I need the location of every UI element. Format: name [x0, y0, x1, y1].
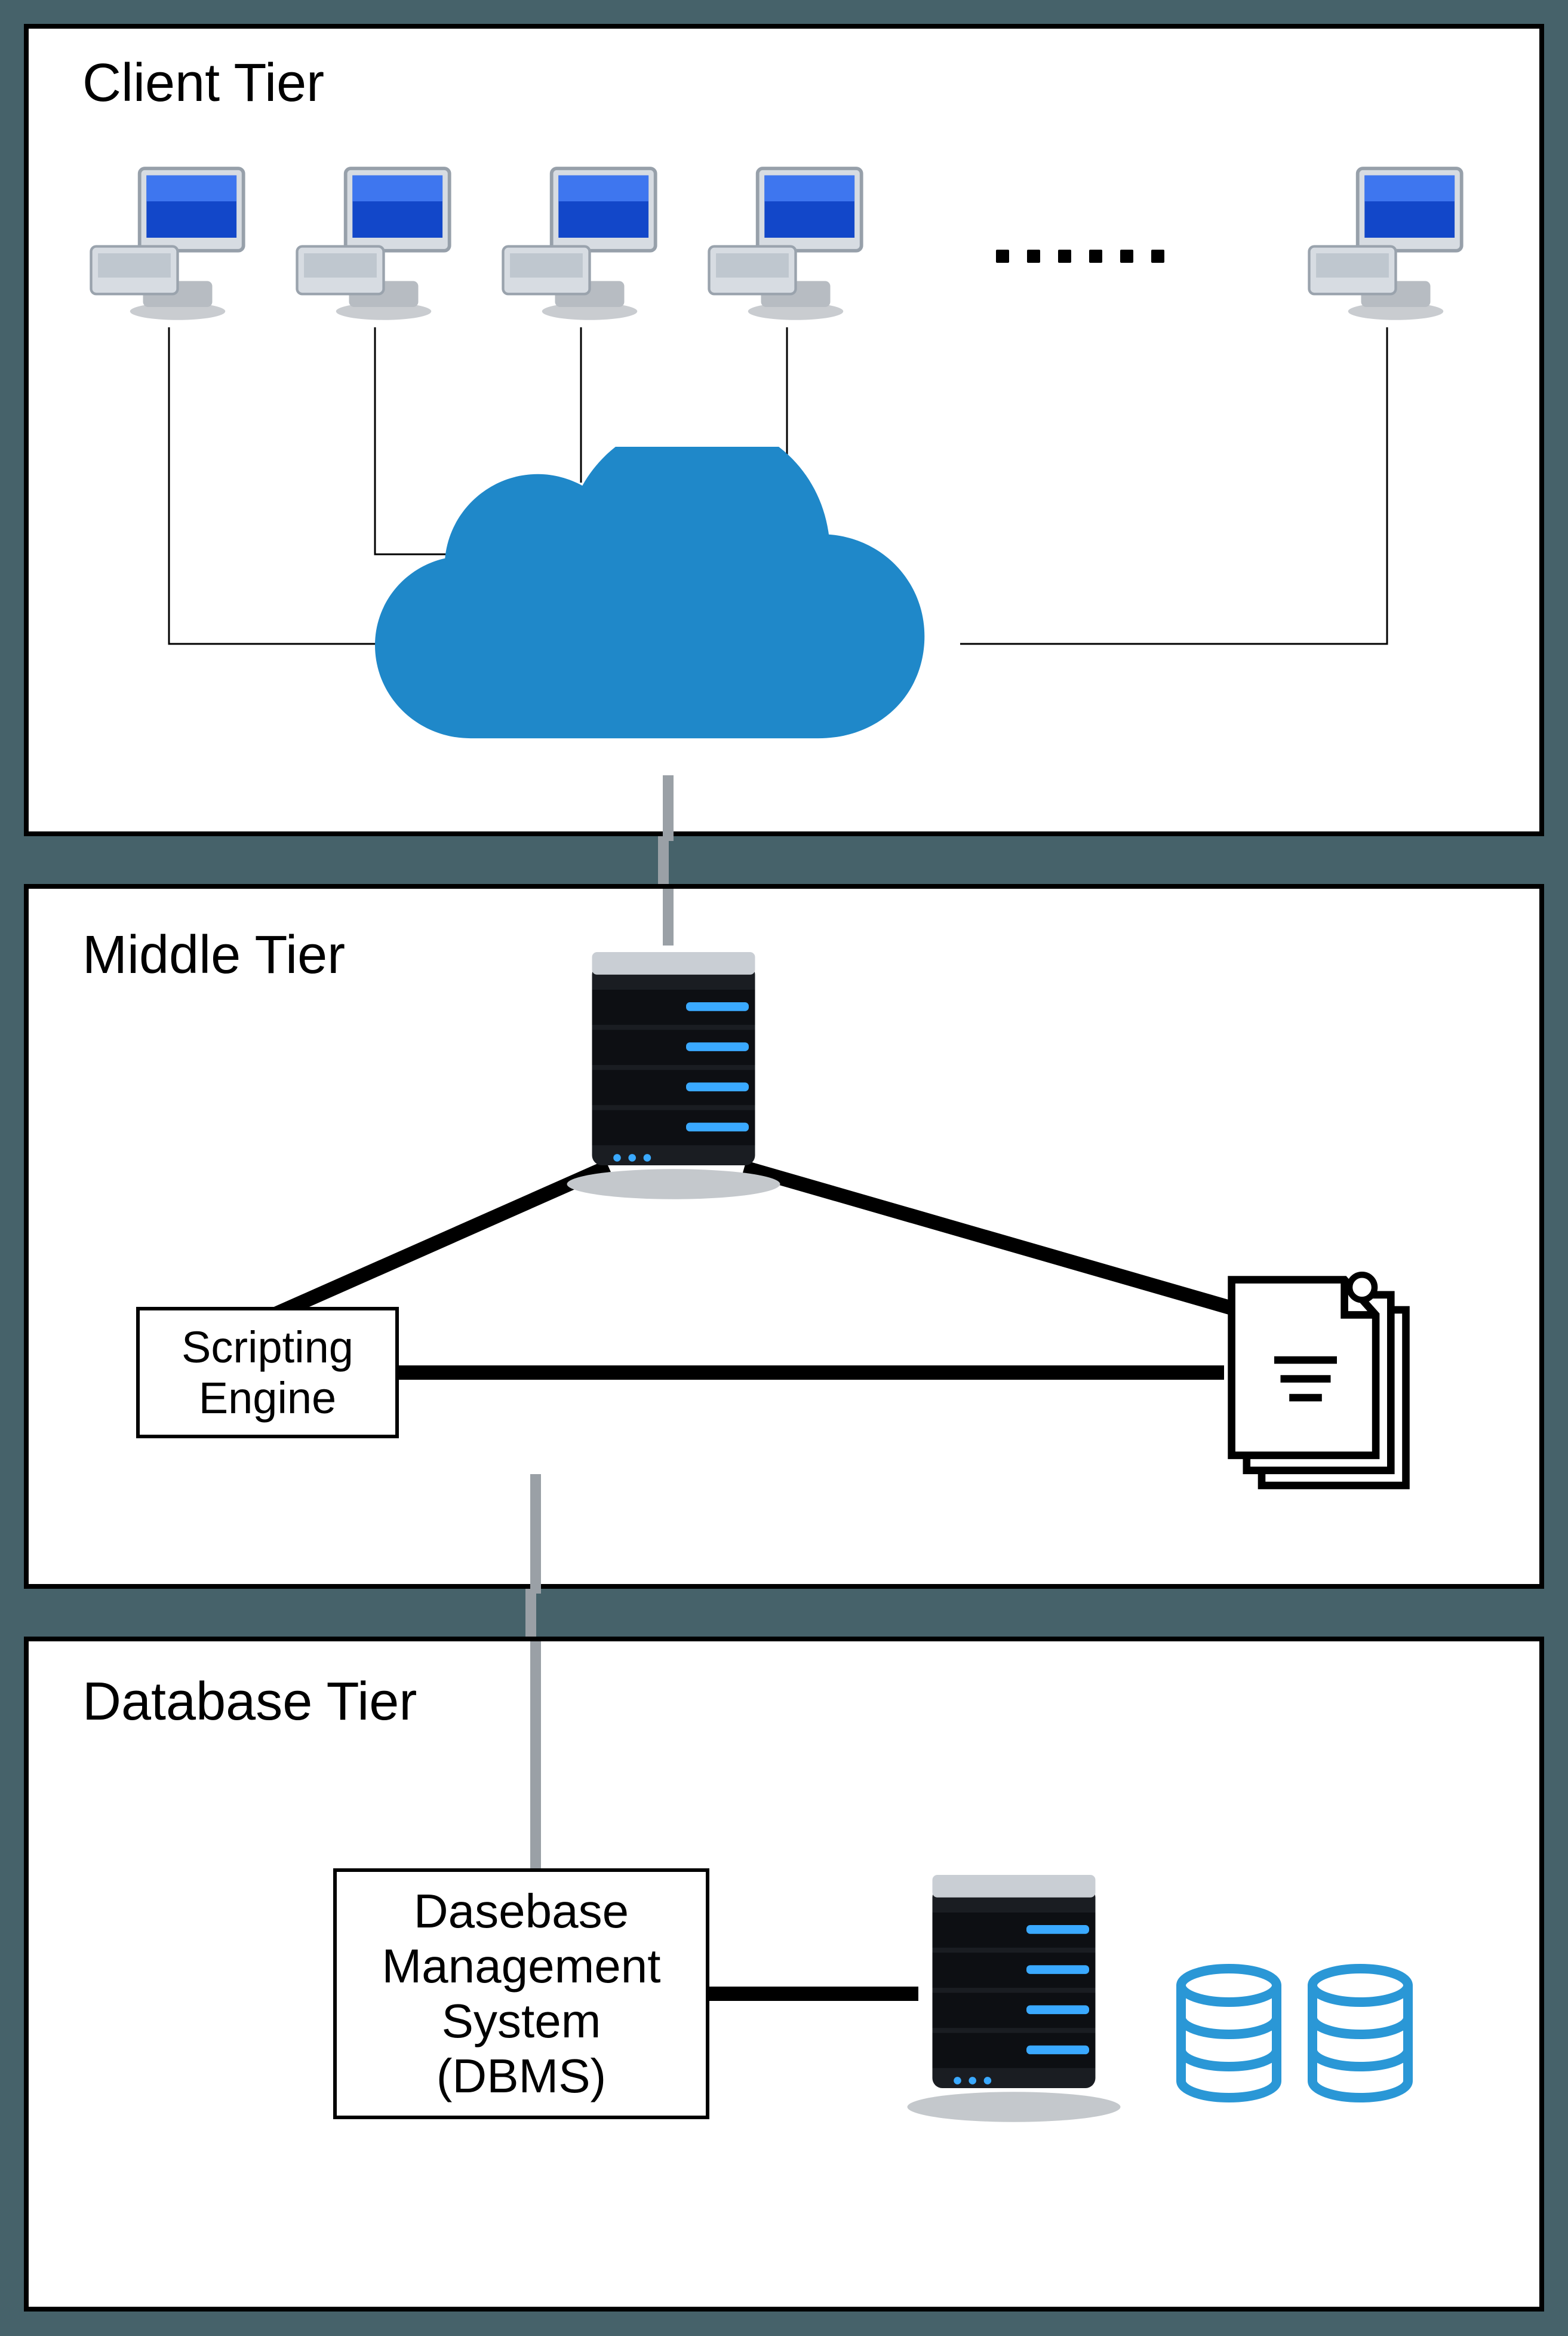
middle-tier-box: Middle Tier	[24, 884, 1544, 1589]
client-computer-icon	[288, 148, 462, 327]
tier1-tier2-gap-connector	[658, 836, 669, 884]
client-tier-box: Client Tier	[24, 24, 1544, 836]
client-computer-icon	[494, 148, 668, 327]
client-computer-icon	[700, 148, 874, 327]
client-computer-icon	[1300, 148, 1474, 327]
cloud-icon	[375, 447, 942, 817]
server-icon	[888, 1838, 1139, 2137]
database-cylinder-icon	[1300, 1964, 1420, 2119]
ellipsis-icon	[996, 250, 1164, 263]
scripting-engine-box: Scripting Engine	[136, 1307, 399, 1438]
dbms-box: Dasebase Management System (DBMS)	[333, 1868, 709, 2119]
database-cylinder-icon	[1169, 1964, 1289, 2119]
script-files-icon	[1199, 1247, 1450, 1498]
server-to-db-connector-upper	[530, 1474, 541, 1594]
server-icon	[548, 925, 799, 1205]
database-tier-box: Database Tier Dasebase Management System…	[24, 1637, 1544, 2312]
cloud-to-middle-connector	[663, 775, 674, 841]
architecture-diagram: Client Tier	[0, 0, 1568, 2336]
tier2-tier3-gap-connector	[525, 1589, 536, 1637]
client-computer-icon	[82, 148, 256, 327]
